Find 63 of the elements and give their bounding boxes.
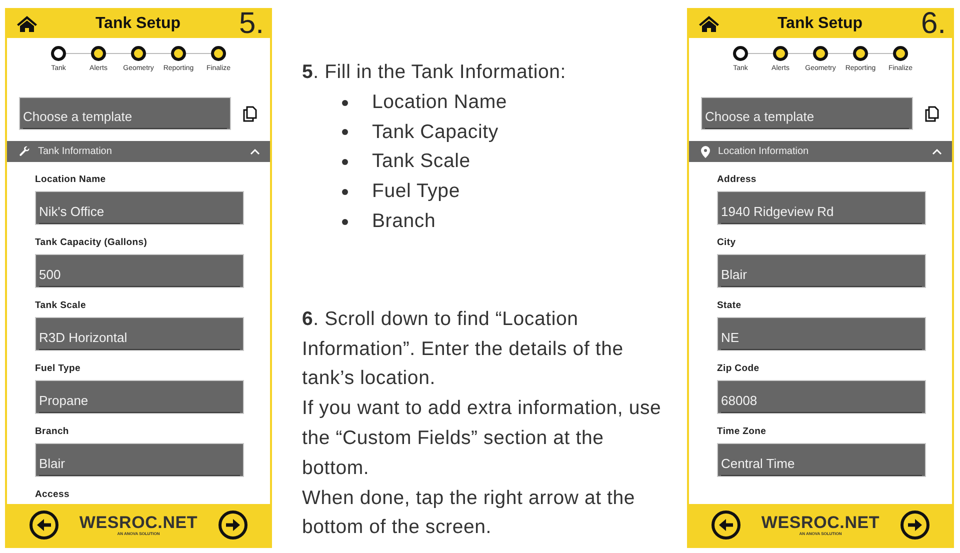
input-field[interactable]: R3D Horizontal (35, 317, 244, 351)
location-pin-icon (701, 146, 710, 158)
input-field[interactable]: Propane (35, 380, 244, 414)
input-field[interactable]: Central Time (717, 443, 926, 477)
step-dot[interactable] (131, 46, 146, 61)
section-header[interactable]: Location Information (689, 141, 952, 162)
bullet-icon (342, 189, 348, 196)
field-label: Address (717, 174, 758, 186)
template-dropdown[interactable]: Choose a template (701, 97, 913, 130)
field-label: Tank Scale (35, 300, 87, 312)
step-number: 6. (920, 10, 946, 38)
bullet-text: Fuel Type (372, 179, 460, 204)
input-field[interactable]: Blair (717, 254, 926, 288)
brand-logo: WESROC.NET (79, 514, 198, 531)
home-icon[interactable] (17, 16, 37, 32)
bullet-icon (342, 159, 348, 166)
field-label: Location Name (35, 174, 107, 186)
bullet-text: Tank Scale (372, 149, 470, 174)
instruction-text: 6. Scroll down to find “Location Information”. Enter the details of the tank’s location. (302, 306, 624, 392)
bullet-text: Tank Capacity (372, 120, 498, 145)
input-field[interactable]: 500 (35, 254, 244, 288)
step-dot[interactable] (773, 46, 788, 61)
input-field[interactable]: 1940 Ridgeview Rd (717, 191, 926, 225)
input-field[interactable]: Nik's Office (35, 191, 244, 225)
field-label: Time Zone (717, 426, 768, 438)
step-dot[interactable] (813, 46, 828, 61)
step-dot[interactable] (171, 46, 186, 61)
step-dot[interactable] (211, 46, 226, 61)
bullet-text: Branch (372, 208, 436, 234)
copy-icon[interactable] (925, 106, 939, 122)
home-icon[interactable] (699, 16, 719, 32)
screen-title: Tank Setup (776, 15, 864, 33)
instruction-text: When done, tap the right arrow at the bottom of the screen. (302, 486, 636, 540)
bullet-text: Location Name (372, 90, 508, 115)
step-dot[interactable] (91, 46, 106, 61)
wrench-icon (19, 146, 30, 157)
instruction-text: 5. Fill in the Tank Information: (302, 60, 567, 85)
screen-title: Tank Setup (94, 15, 182, 33)
field-label: Zip Code (717, 363, 760, 375)
step-dot[interactable] (893, 46, 908, 61)
input-field[interactable]: 68008 (717, 380, 926, 414)
section-header[interactable]: Tank Information (7, 141, 270, 162)
field-label: Access (35, 489, 70, 501)
step-dot[interactable] (733, 46, 748, 61)
field-label: Branch (35, 426, 70, 438)
input-field[interactable]: Blair (35, 443, 244, 477)
bullet-icon (342, 129, 348, 136)
template-dropdown[interactable]: Choose a template (19, 97, 231, 130)
field-label: City (717, 237, 737, 249)
brand-logo: WESROC.NET (761, 514, 880, 531)
step-dot[interactable] (51, 46, 66, 61)
step-dot[interactable] (853, 46, 868, 61)
bullet-icon (342, 218, 348, 225)
chevron-icon[interactable] (932, 148, 942, 154)
field-label: Tank Capacity (Gallons) (35, 237, 148, 249)
bullet-icon (342, 100, 348, 106)
copy-icon[interactable] (243, 106, 257, 122)
step-number: 5. (238, 10, 264, 38)
input-field[interactable]: NE (717, 317, 926, 351)
instruction-text: If you want to add extra information, use the “Custom Fields” section at the bottom. (302, 396, 662, 481)
field-label: State (717, 300, 742, 312)
field-label: Fuel Type (35, 363, 82, 375)
chevron-icon[interactable] (250, 148, 260, 154)
